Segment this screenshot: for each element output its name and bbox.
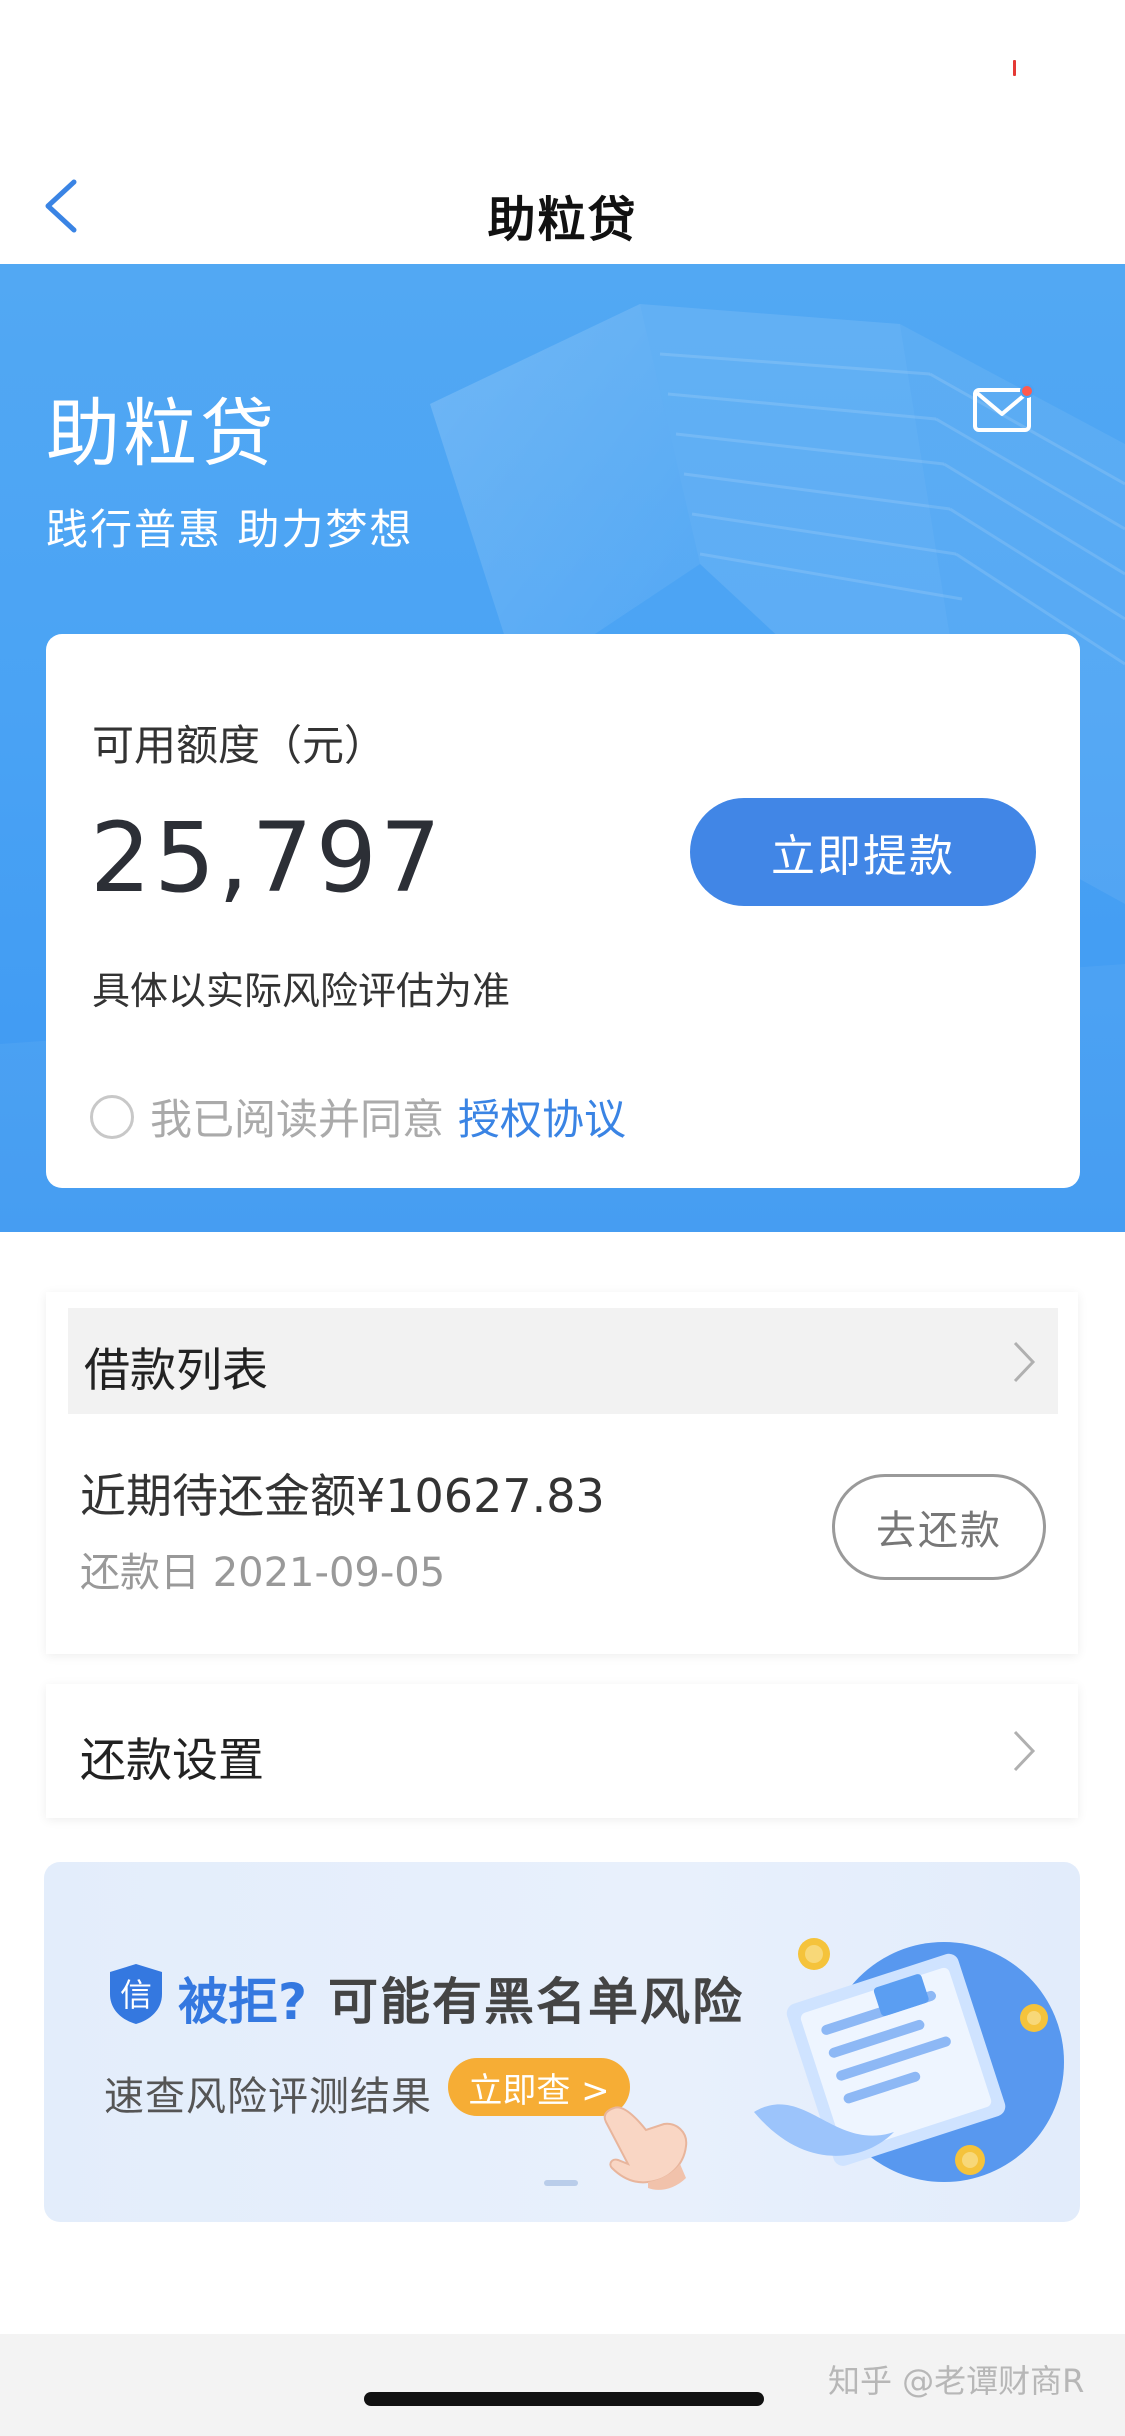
limit-amount: 25,797: [90, 802, 444, 914]
agree-text: 我已阅读并同意: [150, 1095, 445, 1144]
page-title: 助粒贷: [487, 192, 638, 248]
chevron-right-icon: [1013, 1341, 1036, 1383]
page: 助粒贷 助粒贷 践行普惠 助力梦想 可用额度（元） 25,797 立即提款 具体…: [0, 0, 1125, 2436]
home-indicator[interactable]: [364, 2392, 764, 2406]
authorization-agreement-link[interactable]: 授权协议: [458, 1086, 626, 1147]
status-indicator: [1013, 60, 1016, 76]
repayment-settings-label: 还款设置: [80, 1733, 264, 1787]
pointing-hand-icon: [603, 2106, 688, 2190]
agreement-row: 我已阅读并同意 授权协议: [90, 1086, 626, 1147]
repayment-settings-row[interactable]: 还款设置: [46, 1684, 1078, 1818]
banner-rejected-text: 被拒?: [178, 1973, 308, 2031]
shield-icon: 信: [110, 1964, 162, 2024]
carousel-dot: [544, 2180, 578, 2186]
hero-subtitle: 践行普惠 助力梦想: [46, 505, 414, 554]
agree-checkbox[interactable]: [90, 1094, 134, 1139]
banner-subtitle: 速查风险评测结果: [104, 2074, 432, 2120]
due-date: 还款日 2021-09-05: [80, 1550, 446, 1596]
risk-check-banner[interactable]: 信 被拒? 可能有黑名单风险 速查风险评测结果 立即查 >: [44, 1862, 1080, 2222]
notification-dot: [1020, 384, 1034, 398]
bottom-bar: 知乎 @老谭财商R: [0, 2334, 1125, 2436]
credit-limit-card: 可用额度（元） 25,797 立即提款 具体以实际风险评估为准 我已阅读并同意 …: [46, 634, 1080, 1188]
status-bar: [0, 0, 1125, 150]
loan-list-title: 借款列表: [84, 1343, 268, 1397]
chevron-right-icon: [1013, 1730, 1036, 1772]
document-illustration: [754, 1938, 1064, 2182]
limit-note: 具体以实际风险评估为准: [92, 969, 511, 1013]
carousel-indicator: [544, 2180, 578, 2186]
svg-text:信: 信: [120, 1976, 152, 2014]
withdraw-button[interactable]: 立即提款: [690, 798, 1036, 906]
loan-list-header[interactable]: 借款列表: [68, 1308, 1058, 1414]
hero-title: 助粒贷: [46, 391, 277, 477]
nav-bar: 助粒贷: [0, 150, 1125, 264]
banner-headline: 可能有黑名单风险: [328, 1973, 744, 2031]
loan-list-card: 借款列表 近期待还金额¥10627.83 还款日 2021-09-05 去还款: [46, 1292, 1078, 1654]
watermark: 知乎 @老谭财商R: [828, 2362, 1085, 2400]
hero-banner: 助粒贷 践行普惠 助力梦想 可用额度（元） 25,797 立即提款 具体以实际风…: [0, 264, 1125, 1232]
repay-button[interactable]: 去还款: [832, 1474, 1046, 1580]
due-amount: 近期待还金额¥10627.83: [80, 1469, 605, 1523]
limit-label: 可用额度（元）: [92, 721, 387, 770]
